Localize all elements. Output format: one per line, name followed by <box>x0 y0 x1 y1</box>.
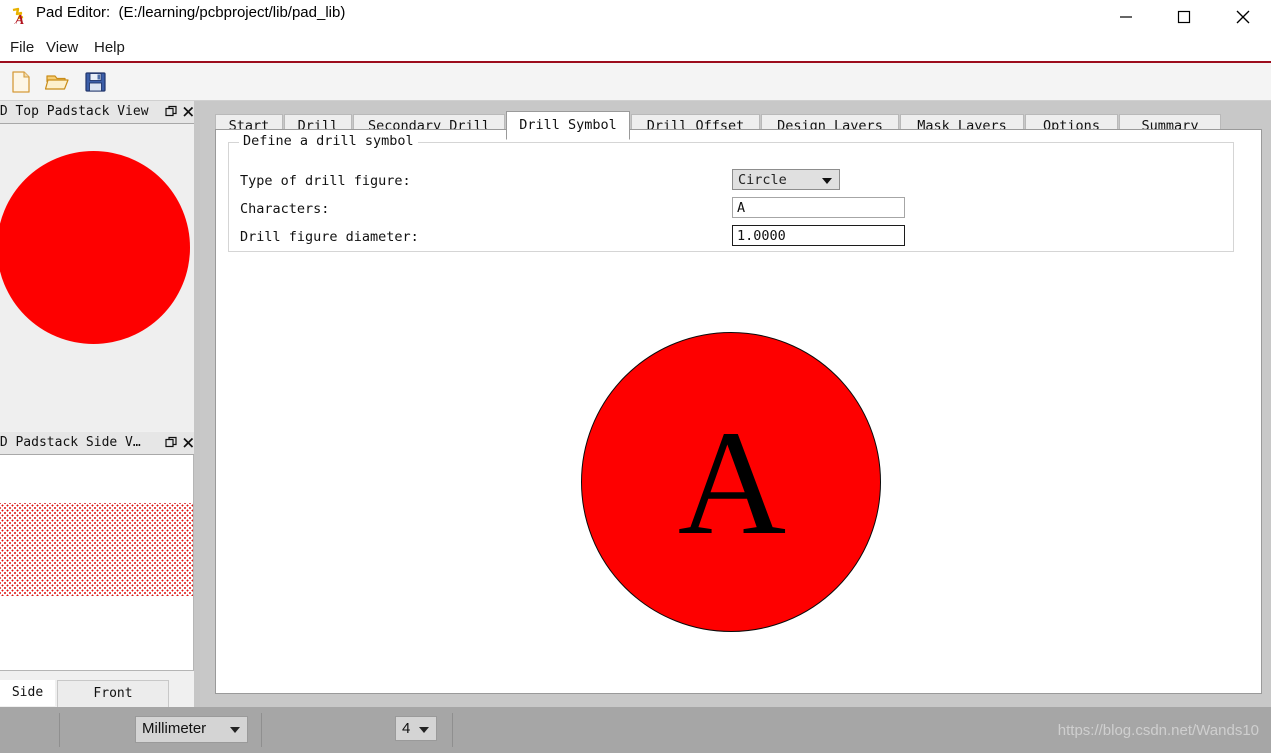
window-title: Pad Editor: (E:/learning/pcbproject/lib/… <box>36 4 346 21</box>
menu-item-view[interactable]: View <box>40 37 84 58</box>
side-padstack-canvas-wrap <box>0 455 200 675</box>
type-of-drill-figure-label: Type of drill figure: <box>240 173 411 189</box>
menu-item-file[interactable]: File <box>4 37 40 58</box>
characters-value: A <box>737 200 746 216</box>
type-of-drill-figure-value: Circle <box>738 172 787 188</box>
save-button[interactable] <box>83 69 113 95</box>
watermark: https://blog.csdn.net/Wands10 <box>1057 722 1259 739</box>
chevron-down-icon <box>419 727 429 733</box>
drill-figure-diameter-input[interactable]: 1.0000 <box>732 225 905 246</box>
side-pad-hatch <box>0 503 193 596</box>
status-separator <box>452 713 453 747</box>
status-separator <box>59 713 60 747</box>
title-bar: A Pad Editor: (E:/learning/pcbproject/li… <box>0 0 1271 33</box>
drill-figure-diameter-value: 1.0000 <box>737 228 786 244</box>
side-view-tab-front[interactable]: Front <box>57 680 169 707</box>
status-mode-label: Thru Pin <box>5 21 62 38</box>
pad-editor-window: A Pad Editor: (E:/learning/pcbproject/li… <box>0 0 1271 753</box>
units-select[interactable]: Millimeter <box>135 716 248 743</box>
minimize-button[interactable] <box>1103 0 1149 33</box>
top-pad-shape <box>0 151 190 344</box>
toolbar <box>0 63 1271 101</box>
decimal-places-label: Decimal places: <box>277 21 383 38</box>
top-padstack-panel-titlebar: 2D Top Padstack View <box>0 101 200 124</box>
new-file-icon <box>12 71 30 93</box>
side-padstack-panel-title: 2D Padstack Side V… <box>0 435 141 450</box>
close-icon <box>1236 10 1250 23</box>
chevron-down-icon <box>822 178 832 184</box>
decimal-places-select[interactable]: 4 <box>395 716 437 741</box>
open-file-button[interactable] <box>44 69 75 95</box>
side-view-tabs: Side Front <box>0 677 200 707</box>
menu-bar: File View Help cadence <box>0 33 1271 88</box>
minimize-icon <box>1120 15 1132 18</box>
side-view-tab-side[interactable]: Side <box>0 680 55 706</box>
units-value: Millimeter <box>142 720 207 737</box>
drill-symbol-page: Define a drill symbol Type of drill figu… <box>215 129 1262 694</box>
decimal-places-value: 4 <box>402 720 411 737</box>
close-button[interactable] <box>1220 0 1266 33</box>
side-padstack-panel-titlebar: 2D Padstack Side V… <box>0 432 200 455</box>
open-folder-icon <box>44 75 69 90</box>
drill-figure-diameter-label: Drill figure diameter: <box>240 229 419 245</box>
menu-item-help[interactable]: Help <box>88 37 131 58</box>
side-padstack-canvas[interactable] <box>0 455 194 671</box>
top-padstack-panel-title: 2D Top Padstack View <box>0 104 149 119</box>
maximize-icon <box>1177 10 1191 23</box>
characters-label: Characters: <box>240 201 330 217</box>
float-icon[interactable] <box>164 104 179 119</box>
side-padstack-panel: 2D Padstack Side V… Side Front <box>0 432 200 707</box>
drill-symbol-character: A <box>677 400 787 566</box>
top-padstack-canvas[interactable] <box>0 124 200 431</box>
units-label: Units: <box>68 21 107 38</box>
left-dock: 2D Top Padstack View 2D Padstack Side V…… <box>0 101 200 707</box>
status-separator <box>261 713 262 747</box>
define-drill-symbol-group: Define a drill symbol Type of drill figu… <box>228 133 1234 252</box>
group-legend: Define a drill symbol <box>239 133 418 149</box>
maximize-button[interactable] <box>1161 0 1207 33</box>
save-icon <box>85 72 106 92</box>
chevron-down-icon <box>230 727 240 733</box>
characters-input[interactable]: A <box>732 197 905 218</box>
top-padstack-panel: 2D Top Padstack View <box>0 101 200 431</box>
tab-drill-symbol[interactable]: Drill Symbol <box>506 111 630 140</box>
new-file-button[interactable] <box>8 69 38 95</box>
main-area: Start Drill Secondary Drill Drill Symbol… <box>200 101 1271 707</box>
drill-symbol-preview: A <box>581 332 883 634</box>
type-of-drill-figure-select[interactable]: Circle <box>732 169 840 190</box>
float-icon[interactable] <box>164 435 179 450</box>
